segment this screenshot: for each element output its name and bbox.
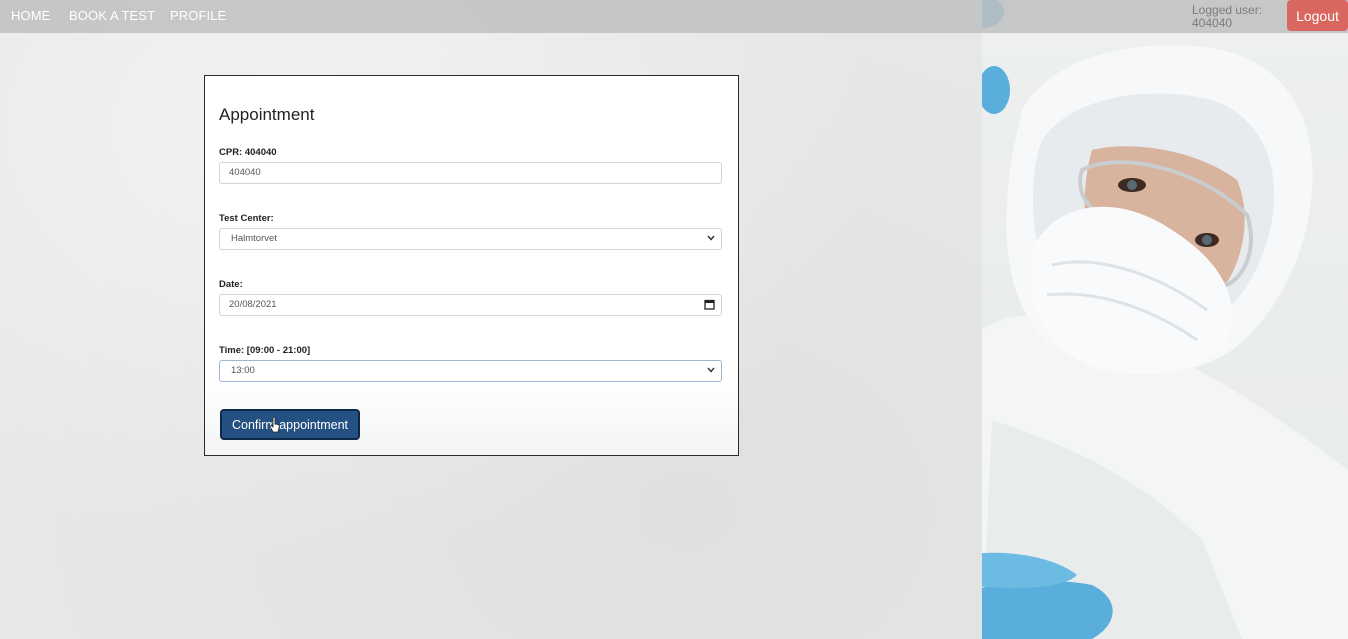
appointment-form-card: Appointment CPR: 404040 404040 Test Cent… (204, 75, 739, 456)
logged-user-id: 404040 (1192, 16, 1233, 30)
cpr-value: 404040 (229, 167, 261, 178)
lab-worker-illustration (982, 0, 1348, 639)
chevron-down-icon (707, 361, 715, 381)
top-navbar: HOME BOOK A TEST PROFILE Logged user: 40… (0, 0, 1348, 33)
chevron-down-icon (707, 229, 715, 249)
logged-user-info: Logged user: 404040 (1192, 4, 1282, 30)
form-title: Appointment (219, 105, 315, 124)
test-center-label: Test Center: (219, 213, 274, 224)
confirm-appointment-button[interactable]: Confirm appointment (220, 409, 360, 440)
cpr-label: CPR: 404040 (219, 147, 277, 158)
nav-book-a-test-link[interactable]: BOOK A TEST (69, 8, 155, 23)
date-value: 20/08/2021 (229, 299, 277, 310)
cpr-input[interactable]: 404040 (219, 162, 722, 184)
date-label: Date: (219, 279, 243, 290)
nav-profile-link[interactable]: PROFILE (170, 8, 226, 23)
test-center-value: Halmtorvet (231, 233, 277, 244)
background-photo (982, 0, 1348, 639)
date-input[interactable]: 20/08/2021 (219, 294, 722, 316)
time-value: 13:00 (231, 365, 255, 376)
logout-button[interactable]: Logout (1287, 0, 1348, 31)
nav-home-link[interactable]: HOME (11, 8, 50, 23)
time-select[interactable]: 13:00 (219, 360, 722, 382)
hand-cursor-icon (270, 417, 280, 433)
time-label: Time: [09:00 - 21:00] (219, 345, 311, 356)
calendar-icon[interactable] (704, 295, 715, 315)
test-center-select[interactable]: Halmtorvet (219, 228, 722, 250)
